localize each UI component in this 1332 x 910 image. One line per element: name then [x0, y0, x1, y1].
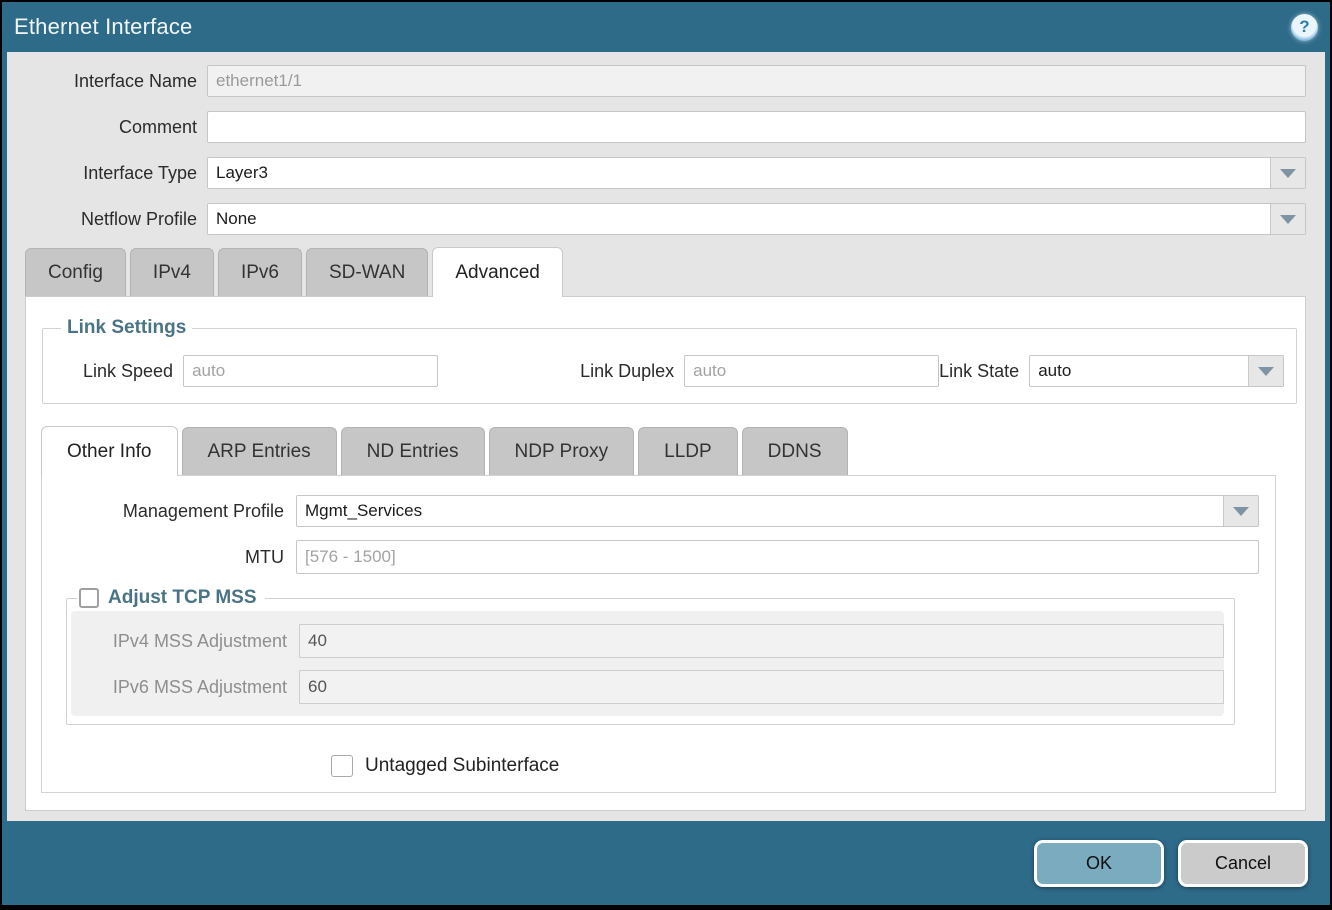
tab-sdwan[interactable]: SD-WAN — [306, 248, 428, 296]
chevron-down-icon — [1280, 169, 1296, 178]
link-duplex-item: Link Duplex — [580, 355, 939, 387]
chevron-down-icon — [1233, 507, 1249, 516]
interface-type-row: Interface Type Layer3 — [7, 157, 1306, 189]
untagged-subinterface-label: Untagged Subinterface — [365, 755, 559, 777]
chevron-down-icon — [1280, 215, 1296, 224]
mtu-label: MTU — [42, 547, 296, 568]
netflow-profile-label: Netflow Profile — [7, 209, 207, 230]
dialog-title: Ethernet Interface — [14, 14, 192, 40]
mss-disabled-area: IPv4 MSS Adjustment IPv6 MSS Adjustment — [71, 611, 1224, 716]
link-state-dropdown-button[interactable] — [1248, 356, 1283, 386]
mtu-field[interactable] — [296, 540, 1259, 574]
ipv6-mss-row: IPv6 MSS Adjustment — [71, 670, 1224, 704]
link-duplex-field[interactable] — [684, 355, 939, 387]
help-icon[interactable]: ? — [1291, 14, 1318, 41]
sub-tab-bar: Other Info ARP Entries ND Entries NDP Pr… — [26, 426, 1305, 475]
link-speed-item: Link Speed — [83, 355, 438, 387]
mtu-row: MTU — [42, 540, 1259, 574]
netflow-profile-row: Netflow Profile None — [7, 203, 1306, 235]
adjust-tcp-mss-legend: Adjust TCP MSS — [77, 587, 265, 609]
main-tab-bar: Config IPv4 IPv6 SD-WAN Advanced — [7, 247, 1325, 296]
tab-advanced[interactable]: Advanced — [432, 247, 563, 297]
interface-name-field — [207, 65, 1306, 97]
link-settings-row: Link Speed Link Duplex Link State auto — [55, 355, 1284, 387]
interface-type-dropdown[interactable]: Layer3 — [207, 157, 1306, 189]
management-profile-value: Mgmt_Services — [297, 496, 1223, 526]
untagged-subinterface-checkbox[interactable] — [331, 755, 353, 777]
ethernet-interface-dialog: Ethernet Interface ? Interface Name Comm… — [2, 2, 1330, 905]
link-speed-label: Link Speed — [83, 361, 183, 382]
other-info-panel: Management Profile Mgmt_Services MTU — [41, 475, 1276, 793]
management-profile-label: Management Profile — [42, 501, 296, 522]
comment-field[interactable] — [207, 111, 1306, 143]
dialog-footer: OK Cancel — [2, 821, 1330, 905]
interface-name-row: Interface Name — [7, 65, 1306, 97]
tab-ipv4[interactable]: IPv4 — [130, 248, 214, 296]
tab-nd-entries[interactable]: ND Entries — [341, 427, 485, 475]
interface-name-label: Interface Name — [7, 71, 207, 92]
ipv4-mss-field — [299, 624, 1224, 658]
tab-lldp[interactable]: LLDP — [638, 427, 738, 475]
adjust-tcp-mss-group: Adjust TCP MSS IPv4 MSS Adjustment IPv6 … — [66, 587, 1235, 725]
untagged-subinterface-row: Untagged Subinterface — [331, 755, 1275, 777]
link-settings-legend: Link Settings — [61, 317, 192, 339]
adjust-tcp-mss-checkbox[interactable] — [79, 588, 99, 608]
netflow-profile-dropdown[interactable]: None — [207, 203, 1306, 235]
tab-ipv6[interactable]: IPv6 — [218, 248, 302, 296]
advanced-tab-panel: Link Settings Link Speed Link Duplex Lin… — [25, 296, 1306, 811]
interface-type-value: Layer3 — [208, 158, 1270, 188]
adjust-tcp-mss-label: Adjust TCP MSS — [108, 587, 257, 609]
ipv6-mss-field — [299, 670, 1224, 704]
interface-type-label: Interface Type — [7, 163, 207, 184]
ok-button[interactable]: OK — [1034, 840, 1164, 887]
management-profile-dropdown-button[interactable] — [1223, 496, 1258, 526]
dialog-body: Interface Name Comment Interface Type La… — [7, 52, 1325, 821]
ipv4-mss-label: IPv4 MSS Adjustment — [71, 631, 299, 652]
link-state-value: auto — [1030, 356, 1248, 386]
link-duplex-label: Link Duplex — [580, 361, 684, 382]
chevron-down-icon — [1258, 367, 1274, 376]
link-settings-group: Link Settings Link Speed Link Duplex Lin… — [42, 317, 1297, 404]
tab-other-info[interactable]: Other Info — [41, 426, 178, 476]
cancel-button[interactable]: Cancel — [1178, 840, 1308, 887]
tab-arp-entries[interactable]: ARP Entries — [182, 427, 337, 475]
link-state-item: Link State auto — [939, 355, 1284, 387]
link-state-label: Link State — [939, 361, 1029, 382]
dialog-titlebar: Ethernet Interface ? — [2, 2, 1330, 52]
interface-type-dropdown-button[interactable] — [1270, 158, 1305, 188]
link-speed-field[interactable] — [183, 355, 438, 387]
management-profile-row: Management Profile Mgmt_Services — [42, 495, 1259, 527]
ipv6-mss-label: IPv6 MSS Adjustment — [71, 677, 299, 698]
ipv4-mss-row: IPv4 MSS Adjustment — [71, 624, 1224, 658]
management-profile-dropdown[interactable]: Mgmt_Services — [296, 495, 1259, 527]
tab-ddns[interactable]: DDNS — [742, 427, 848, 475]
comment-row: Comment — [7, 111, 1306, 143]
netflow-profile-dropdown-button[interactable] — [1270, 204, 1305, 234]
tab-ndp-proxy[interactable]: NDP Proxy — [489, 427, 635, 475]
tab-config[interactable]: Config — [25, 248, 126, 296]
link-state-dropdown[interactable]: auto — [1029, 355, 1284, 387]
netflow-profile-value: None — [208, 204, 1270, 234]
comment-label: Comment — [7, 117, 207, 138]
